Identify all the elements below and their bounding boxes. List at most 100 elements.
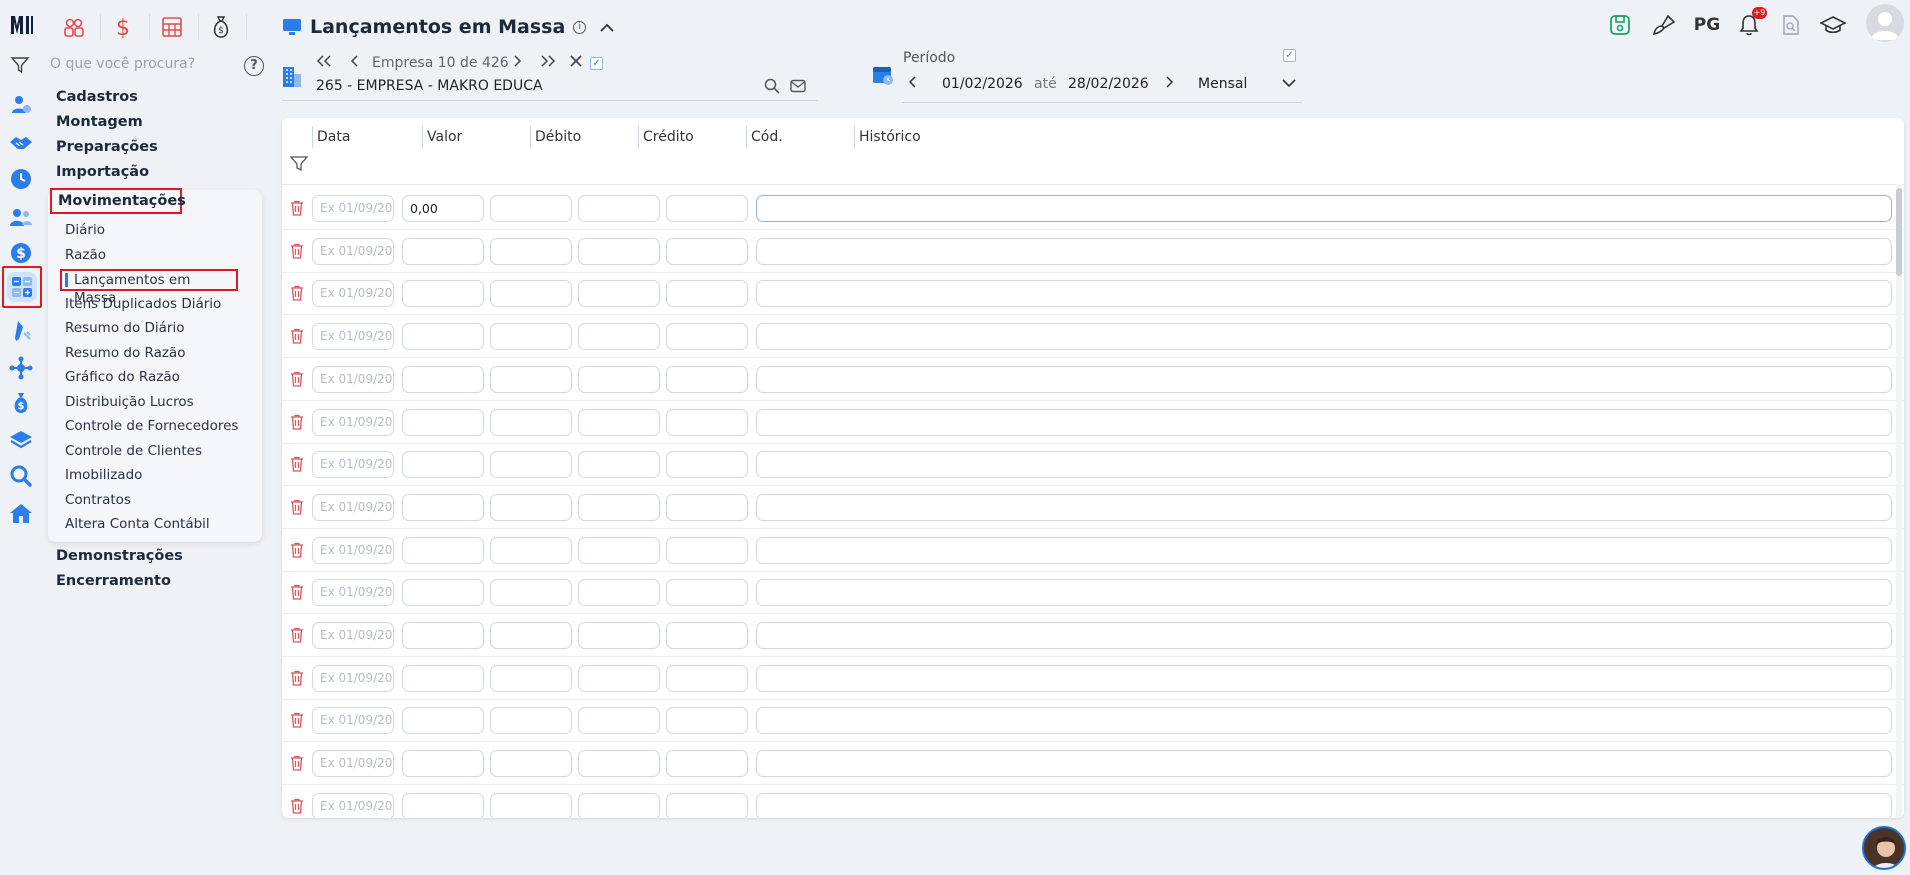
credito-input[interactable] <box>578 792 660 818</box>
credito-input[interactable] <box>578 493 660 521</box>
user-initials[interactable]: PG <box>1690 12 1724 38</box>
delete-row-icon[interactable] <box>290 456 304 476</box>
submenu-itens-duplicados[interactable]: Itens Duplicados Diário <box>65 296 221 312</box>
cod-input[interactable] <box>666 536 748 564</box>
assistant-avatar[interactable] <box>1862 826 1906 870</box>
first-page-icon[interactable] <box>316 55 342 71</box>
debito-input[interactable] <box>490 195 572 222</box>
valor-input[interactable] <box>402 750 484 778</box>
data-input[interactable]: Ex 01/09/2026 <box>312 280 394 308</box>
cod-input[interactable] <box>666 493 748 521</box>
data-input[interactable]: Ex 01/09/2026 <box>312 579 394 607</box>
menu-preparacoes[interactable]: Preparações <box>56 139 158 155</box>
historico-input[interactable] <box>756 707 1892 735</box>
credito-input[interactable] <box>578 365 660 393</box>
network-icon[interactable] <box>8 355 34 381</box>
delete-row-icon[interactable] <box>290 243 304 263</box>
valor-input[interactable] <box>402 451 484 479</box>
cod-input[interactable] <box>666 664 748 692</box>
historico-input[interactable] <box>756 579 1892 607</box>
data-input[interactable]: Ex 01/09/2026 <box>312 451 394 479</box>
info-icon[interactable]: i <box>573 20 587 34</box>
delete-row-icon[interactable] <box>290 285 304 305</box>
people-icon[interactable] <box>8 204 34 230</box>
delete-row-icon[interactable] <box>290 414 304 434</box>
credito-input[interactable] <box>578 323 660 351</box>
debito-input[interactable] <box>490 237 572 265</box>
submenu-grafico-razao[interactable]: Gráfico do Razão <box>65 369 180 385</box>
next-page-icon[interactable] <box>512 55 540 71</box>
layers-icon[interactable] <box>8 427 34 453</box>
cod-input[interactable] <box>666 750 748 778</box>
periodo-tipo-chevron-icon[interactable] <box>1282 76 1296 92</box>
historico-input[interactable] <box>756 451 1892 479</box>
debito-input[interactable] <box>490 365 572 393</box>
valor-input[interactable] <box>402 622 484 649</box>
credito-input[interactable] <box>578 408 660 436</box>
delete-row-icon[interactable] <box>290 712 304 732</box>
debito-input[interactable] <box>490 664 572 692</box>
menu-movimentacoes[interactable]: Movimentações <box>50 188 186 214</box>
delete-row-icon[interactable] <box>290 542 304 562</box>
filter-icon[interactable] <box>10 56 32 76</box>
home-icon[interactable] <box>8 500 34 526</box>
pen-chart-icon[interactable] <box>8 318 34 344</box>
periodo-start[interactable]: 01/02/2026 <box>942 76 1034 92</box>
prev-page-icon[interactable] <box>350 55 372 71</box>
historico-input[interactable] <box>756 323 1892 351</box>
credito-input[interactable] <box>578 195 660 222</box>
module-moneybag-icon[interactable]: $ <box>205 12 237 42</box>
data-input[interactable]: Ex 01/09/2026 <box>312 622 394 649</box>
delete-row-icon[interactable] <box>290 584 304 604</box>
cod-input[interactable] <box>666 579 748 607</box>
cod-input[interactable] <box>666 365 748 393</box>
menu-encerramento[interactable]: Encerramento <box>56 573 171 589</box>
credito-input[interactable] <box>578 451 660 479</box>
historico-input[interactable] <box>756 280 1892 308</box>
col-cod[interactable]: Cód. <box>746 126 852 148</box>
historico-input[interactable] <box>756 792 1892 818</box>
submenu-lancamentos-em-massa[interactable]: Lançamentos em Massa <box>60 269 238 306</box>
grid-scrollbar-track[interactable] <box>1896 184 1902 818</box>
user-avatar[interactable] <box>1866 4 1904 42</box>
handshake-icon[interactable] <box>8 130 34 156</box>
cadastros-users-icon[interactable] <box>8 92 34 118</box>
debito-input[interactable] <box>490 323 572 351</box>
valor-input[interactable] <box>402 579 484 607</box>
periodo-prev-icon[interactable] <box>908 76 942 92</box>
data-input[interactable]: Ex 01/09/2026 <box>312 707 394 735</box>
dollar-coin-icon[interactable]: $ <box>8 240 34 266</box>
data-input[interactable]: Ex 01/09/2026 <box>312 750 394 778</box>
clock-icon[interactable] <box>8 166 34 192</box>
delete-row-icon[interactable] <box>290 371 304 391</box>
valor-input[interactable]: 0,00 <box>402 195 484 222</box>
historico-input[interactable] <box>756 536 1892 564</box>
empresa-search-icon[interactable] <box>764 78 780 98</box>
cod-input[interactable] <box>666 408 748 436</box>
submenu-diario[interactable]: Diário <box>65 222 105 238</box>
module-people-icon[interactable] <box>58 12 90 42</box>
historico-input[interactable] <box>756 622 1892 649</box>
valor-input[interactable] <box>402 536 484 564</box>
last-page-icon[interactable] <box>540 55 570 71</box>
historico-input[interactable] <box>756 237 1892 265</box>
search-magnifier-icon[interactable] <box>8 463 34 489</box>
document-search-icon[interactable] <box>1778 12 1804 38</box>
submenu-razao[interactable]: Razão <box>65 247 106 263</box>
submenu-controle-fornecedores[interactable]: Controle de Fornecedores <box>65 418 238 434</box>
cod-input[interactable] <box>666 451 748 479</box>
data-input[interactable]: Ex 01/09/2026 <box>312 237 394 265</box>
credito-input[interactable] <box>578 237 660 265</box>
col-valor[interactable]: Valor <box>422 126 528 148</box>
historico-input[interactable] <box>756 750 1892 778</box>
cod-input[interactable] <box>666 280 748 308</box>
debito-input[interactable] <box>490 579 572 607</box>
delete-row-icon[interactable] <box>290 200 304 220</box>
cod-input[interactable] <box>666 323 748 351</box>
debito-input[interactable] <box>490 792 572 818</box>
credito-input[interactable] <box>578 280 660 308</box>
periodo-tipo-select[interactable]: Mensal <box>1198 76 1282 92</box>
search-input[interactable]: O que você procura? <box>50 56 240 76</box>
valor-input[interactable] <box>402 792 484 818</box>
empresa-checkbox[interactable]: ✓ <box>590 56 603 70</box>
